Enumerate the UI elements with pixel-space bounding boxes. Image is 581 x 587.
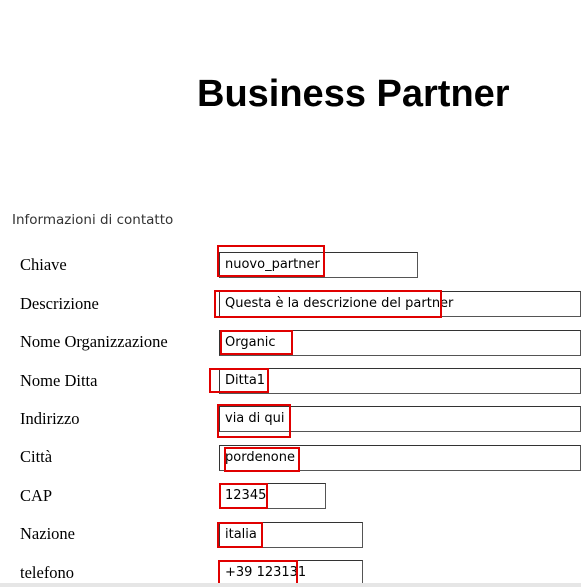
nome-organizzazione-input[interactable]: Organic [219,330,581,356]
field-label-telefono: telefono [20,563,75,582]
field-label-citta: Città [20,447,53,466]
descrizione-input[interactable]: Questa è la descrizione del partner [219,291,581,317]
indirizzo-input[interactable]: via di qui [219,406,581,432]
chiave-input[interactable]: nuovo_partner [219,252,418,278]
cap-input[interactable]: 12345 [219,483,326,509]
section-heading: Informazioni di contatto [12,212,174,228]
field-label-chiave: Chiave [20,255,67,274]
field-label-cap: CAP [20,486,53,505]
field-label-nazione: Nazione [20,524,75,543]
page-bottom-edge [0,583,581,587]
nazione-input[interactable]: italia [219,522,363,548]
field-label-nome-organizzazione: Nome Organizzazione [20,332,168,351]
field-label-indirizzo: Indirizzo [20,409,80,428]
citta-input[interactable]: pordenone [219,445,581,471]
page-title: Business Partner [197,73,510,115]
nome-ditta-input[interactable]: Ditta1 [219,368,581,394]
field-label-nome-ditta: Nome Ditta [20,371,98,390]
field-label-descrizione: Descrizione [20,294,99,313]
